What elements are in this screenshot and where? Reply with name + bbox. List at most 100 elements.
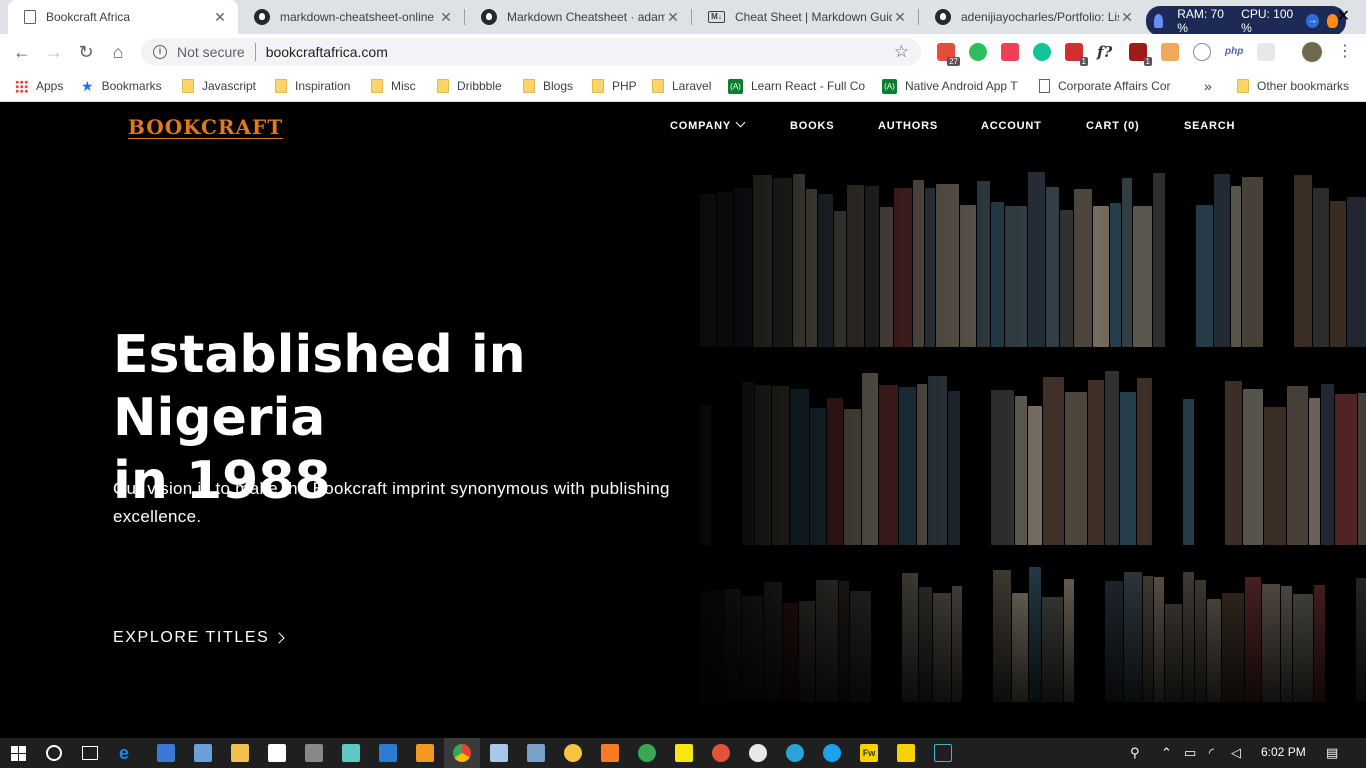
php-extension-icon[interactable]: php [1225, 43, 1243, 61]
chevron-up-icon[interactable]: ⌃ [1161, 745, 1172, 761]
store-icon[interactable] [157, 744, 175, 762]
close-icon[interactable]: ✕ [892, 9, 908, 26]
chrome-icon[interactable] [453, 744, 471, 762]
address-bar[interactable]: i Not secure bookcraftafrica.com ☆ [141, 38, 921, 66]
bookmark-learn-react[interactable]: (A) Learn React - Full Co [728, 77, 865, 95]
media-player-icon[interactable] [897, 744, 915, 762]
extension-blank-icon[interactable] [1257, 43, 1275, 61]
info-icon[interactable]: i [153, 45, 167, 59]
fireworks-icon[interactable]: Fw [860, 744, 878, 762]
nav-cart[interactable]: CART (0) [1086, 120, 1139, 132]
tab-markdown-guide[interactable]: M↓ Cheat Sheet | Markdown Guide ✕ [692, 0, 918, 34]
app-e-icon[interactable] [934, 744, 952, 762]
tab-bookcraft[interactable]: Bookcraft Africa ✕ [8, 0, 238, 34]
apps-grid-icon [15, 79, 28, 93]
upwork-icon[interactable] [638, 744, 656, 762]
bookmark-corporate-affairs[interactable]: Corporate Affairs Cor [1039, 77, 1171, 95]
app-red-icon[interactable] [712, 744, 730, 762]
extension-n-icon[interactable]: 27 [937, 43, 960, 66]
paint-icon[interactable] [527, 744, 545, 762]
file-explorer-icon[interactable] [231, 744, 249, 762]
notepad-icon[interactable] [490, 744, 508, 762]
evernote-icon[interactable] [969, 43, 987, 61]
bookmark-dribbble[interactable]: Dribbble [437, 77, 502, 95]
tab-portfolio[interactable]: adenijiayocharles/Portfolio: Lis ✕ [919, 0, 1145, 34]
menu-icon[interactable]: ⋮ [1337, 41, 1353, 61]
calculator-icon[interactable] [305, 744, 323, 762]
bookmarks-overflow-button[interactable]: » [1204, 77, 1212, 95]
nav-books[interactable]: BOOKS [790, 120, 834, 132]
app-bird-icon[interactable] [564, 744, 582, 762]
arrow-right-icon: → [1306, 14, 1319, 28]
nav-account[interactable]: ACCOUNT [981, 120, 1042, 132]
nav-search[interactable]: SEARCH [1184, 120, 1235, 132]
sticky-notes-icon[interactable] [675, 744, 693, 762]
window-close-icon[interactable]: ✕ [1337, 6, 1350, 26]
nav-company[interactable]: COMPANY [670, 117, 746, 132]
font-finder-icon[interactable]: f? [1097, 43, 1115, 61]
github-icon [254, 9, 270, 25]
system-monitor-widget[interactable]: RAM: 70 % CPU: 100 % → [1146, 6, 1346, 36]
windows-start-icon[interactable] [11, 746, 26, 761]
control-panel-icon[interactable] [194, 744, 212, 762]
folder-icon [592, 79, 604, 93]
extension-calendar-icon[interactable]: 1 [1065, 43, 1088, 66]
vscode-icon[interactable] [379, 744, 397, 762]
wifi-icon[interactable]: ◜ [1209, 745, 1214, 761]
extension-box-icon[interactable] [1161, 43, 1179, 61]
bookmark-native-android[interactable]: (A) Native Android App T [882, 77, 1018, 95]
tab-title: adenijiayocharles/Portfolio: Lis [961, 10, 1119, 24]
grammarly-icon[interactable] [1033, 43, 1051, 61]
extension-circle-icon[interactable] [1193, 43, 1211, 61]
webpage: BOOKCRAFT COMPANY BOOKS AUTHORS ACCOUNT … [0, 102, 1366, 738]
bookmark-label: PHP [612, 79, 637, 93]
sublime-text-icon[interactable] [416, 744, 434, 762]
bookmark-label: Other bookmarks [1257, 79, 1350, 93]
bookmark-misc[interactable]: Misc [371, 77, 416, 95]
battery-icon[interactable]: ▭ [1184, 745, 1196, 761]
bookmark-label: Javascript [202, 79, 257, 93]
home-icon[interactable]: ⌂ [108, 42, 128, 62]
ublock-icon[interactable]: 1 [1129, 43, 1152, 66]
cortana-search-icon[interactable] [46, 745, 62, 761]
tab-markdown-cheatsheet-online[interactable]: markdown-cheatsheet-online ✕ [238, 0, 464, 34]
url-text[interactable]: bookcraftafrica.com [266, 44, 388, 60]
bookmark-laravel[interactable]: Laravel [652, 77, 711, 95]
forward-icon[interactable]: → [44, 42, 64, 62]
close-icon[interactable]: ✕ [438, 9, 454, 26]
close-icon[interactable]: ✕ [1119, 9, 1135, 26]
tab-markdown-cheatsheet-adam[interactable]: Markdown Cheatsheet · adam-p ✕ [465, 0, 691, 34]
site-logo[interactable]: BOOKCRAFT [128, 116, 284, 139]
explore-titles-link[interactable]: EXPLORE TITLES [113, 629, 286, 647]
back-icon[interactable]: ← [12, 42, 32, 62]
profile-avatar[interactable] [1302, 42, 1322, 62]
bookmark-label: Inspiration [295, 79, 351, 93]
app-refresh-icon[interactable] [823, 744, 841, 762]
app-globe-icon[interactable] [786, 744, 804, 762]
action-center-icon[interactable]: ▤ [1326, 745, 1338, 761]
taskbar-clock[interactable]: 6:02 PM [1261, 745, 1306, 759]
edge-icon[interactable]: e [119, 744, 137, 762]
bookmark-label: Native Android App T [905, 79, 1018, 93]
bookmark-apps[interactable]: Apps [15, 77, 63, 95]
xampp-icon[interactable] [601, 744, 619, 762]
mail-icon[interactable] [268, 744, 286, 762]
task-view-icon[interactable] [82, 746, 98, 760]
close-icon[interactable]: ✕ [212, 9, 228, 26]
people-icon[interactable]: ⚲ [1130, 745, 1140, 761]
itunes-icon[interactable] [749, 744, 767, 762]
bookmark-javascript[interactable]: Javascript [182, 77, 256, 95]
close-icon[interactable]: ✕ [665, 9, 681, 26]
bookmark-bookmarks[interactable]: ★ Bookmarks [81, 77, 162, 95]
nav-authors[interactable]: AUTHORS [878, 120, 938, 132]
bookmark-blogs[interactable]: Blogs [523, 77, 573, 95]
volume-icon[interactable]: ◁ [1231, 745, 1241, 761]
reload-icon[interactable]: ↻ [76, 42, 96, 62]
pocket-icon[interactable] [1001, 43, 1019, 61]
bookmark-star-icon[interactable]: ☆ [894, 42, 909, 62]
bookmark-php[interactable]: PHP [592, 77, 637, 95]
bookmark-other-bookmarks[interactable]: Other bookmarks [1237, 77, 1349, 95]
bookmark-inspiration[interactable]: Inspiration [275, 77, 350, 95]
star-icon: ★ [81, 77, 94, 94]
messaging-icon[interactable] [342, 744, 360, 762]
